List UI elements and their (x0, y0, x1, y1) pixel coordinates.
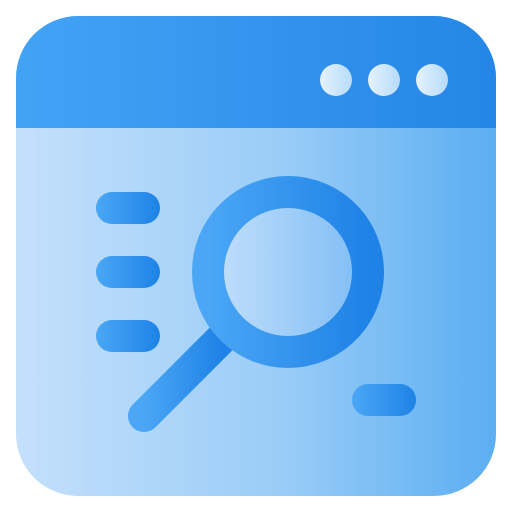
text-line (96, 320, 160, 352)
window-dot-icon (416, 64, 448, 96)
text-line (96, 192, 160, 224)
window-dots (320, 64, 448, 96)
window-dot-icon (320, 64, 352, 96)
browser-search-icon (16, 16, 496, 496)
text-line (352, 384, 416, 416)
text-line (96, 256, 160, 288)
icon-canvas (0, 0, 512, 512)
window-dot-icon (368, 64, 400, 96)
